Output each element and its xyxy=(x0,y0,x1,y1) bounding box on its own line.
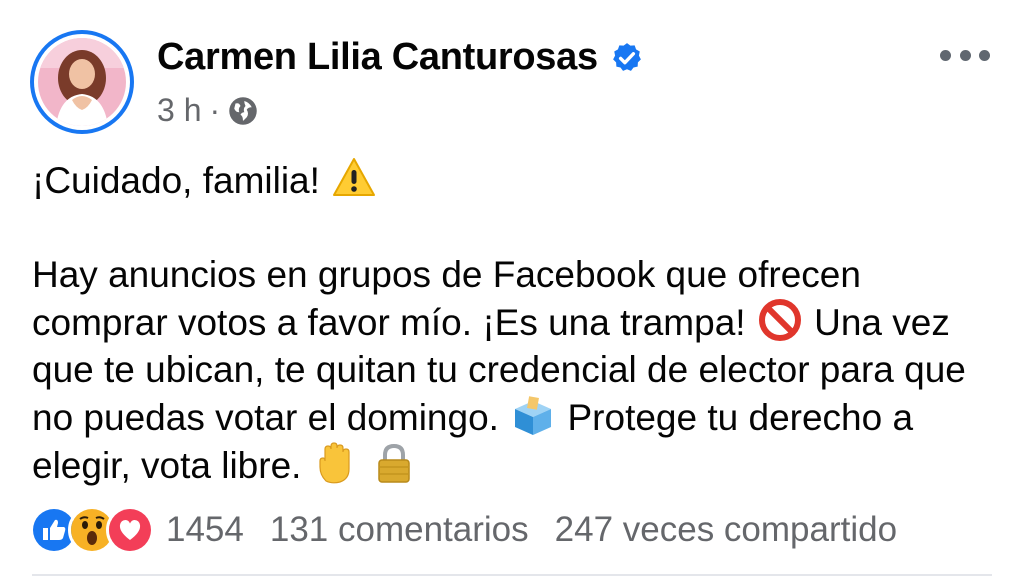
ballot-box-icon xyxy=(511,393,555,437)
verified-badge-icon xyxy=(610,41,644,75)
author-avatar[interactable] xyxy=(30,30,134,134)
reaction-summary[interactable] xyxy=(30,506,154,554)
post-meta: 3 h · xyxy=(157,92,258,129)
post-paragraph: ¡Cuidado, familia! xyxy=(32,156,1002,204)
padlock-icon xyxy=(372,441,416,485)
shares-count[interactable]: 247 veces compartido xyxy=(555,510,897,550)
divider xyxy=(32,574,992,576)
raised-hand-icon xyxy=(314,441,358,485)
meta-separator: · xyxy=(209,92,221,128)
post-time[interactable]: 3 h xyxy=(157,92,201,129)
engagement-bar: 1454 131 comentarios 247 veces compartid… xyxy=(30,505,923,555)
profile-photo-icon xyxy=(38,38,126,126)
post-body: ¡Cuidado, familia! Hay anuncios en grupo… xyxy=(32,156,1002,489)
prohibited-icon xyxy=(758,298,802,342)
comments-count[interactable]: 131 comentarios xyxy=(270,510,529,550)
post-text-segment: Hay anuncios en grupos de Facebook que o… xyxy=(32,254,861,343)
post-text-line: ¡Cuidado, familia! xyxy=(32,160,320,201)
post-paragraph: Hay anuncios en grupos de Facebook que o… xyxy=(32,251,1002,489)
warning-icon xyxy=(332,156,376,200)
love-reaction-icon xyxy=(106,506,154,554)
more-options-button[interactable] xyxy=(940,40,990,70)
reaction-count[interactable]: 1454 xyxy=(166,510,244,550)
globe-icon[interactable] xyxy=(228,96,258,126)
author-name[interactable]: Carmen Lilia Canturosas xyxy=(157,36,598,79)
